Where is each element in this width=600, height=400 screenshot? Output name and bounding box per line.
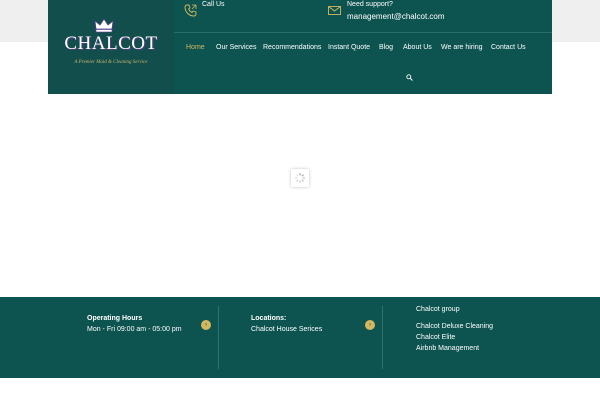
operating-hours-text: Mon - Fri 09:00 am - 05:00 pm [87,326,182,333]
chevron-right-icon[interactable]: › [201,320,211,330]
operating-hours-title: Operating Hours [87,315,143,322]
chevron-right-icon[interactable]: › [365,320,375,330]
nav-recommendations[interactable]: Recommendations [263,44,321,51]
search-icon[interactable] [406,74,413,81]
site-footer: Operating Hours Mon - Fri 09:00 am - 05:… [0,297,600,378]
footer-divider [218,306,219,369]
nav-blog[interactable]: Blog [379,44,393,51]
nav-our-services[interactable]: Our Services [216,44,256,51]
phone-icon [184,4,197,17]
nav-we-are-hiring[interactable]: We are hiring [441,44,483,51]
contact-bar: Call Us Need support? management@chalcot… [174,0,552,33]
nav-home[interactable]: Home [186,44,205,51]
mail-icon [328,6,341,15]
site-header: CHALCOT A Premier Maid & Cleaning Servic… [48,0,552,94]
nav-contact-us[interactable]: Contact Us [491,44,526,51]
nav-instant-quote[interactable]: Instant Quote [328,44,370,51]
loading-spinner [291,169,309,187]
logo-tagline: A Premier Maid & Cleaning Service [74,60,148,65]
spinner-icon [294,172,306,184]
locations-title: Locations: [251,315,287,322]
support-label: Need support? [347,1,393,8]
footer-link-chalcot-elite[interactable]: Chalcot Elite [416,334,455,341]
footer-link-airbnb-management[interactable]: Airbnb Management [416,345,479,352]
support-email-link[interactable]: management@chalcot.com [347,12,445,21]
crown-icon [94,18,114,33]
logo[interactable]: CHALCOT A Premier Maid & Cleaning Servic… [48,0,174,94]
call-us-link[interactable]: Call Us [202,1,225,8]
locations-text: Chalcot House Serices [251,326,323,333]
nav-about-us[interactable]: About Us [403,44,432,51]
main-nav: Home Our Services Recommendations Instan… [174,44,552,56]
footer-link-deluxe-cleaning[interactable]: Chalcot Deluxe Cleaning [416,323,493,330]
footer-link-chalcot-group[interactable]: Chalcot group [416,306,460,313]
logo-text: CHALCOT [64,33,158,54]
footer-divider [382,306,383,369]
